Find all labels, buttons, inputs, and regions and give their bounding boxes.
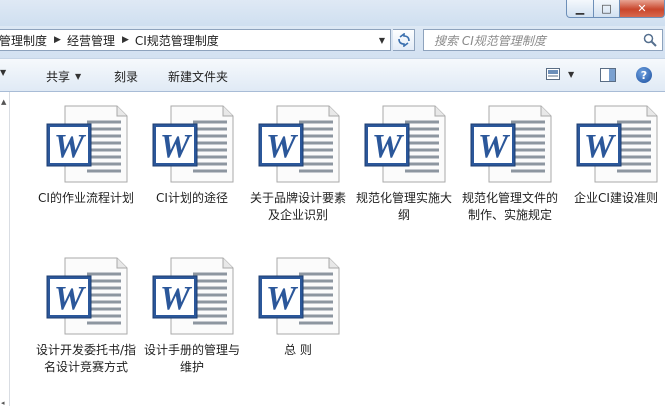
- word-document-icon: W: [571, 104, 661, 184]
- word-document-icon: W: [147, 104, 237, 184]
- chevron-down-icon[interactable]: ▼: [374, 30, 390, 50]
- file-item[interactable]: W 企业CI建设准则: [564, 104, 665, 207]
- svg-text:W: W: [372, 128, 405, 165]
- maximize-button[interactable]: □: [594, 0, 620, 18]
- preview-pane-button[interactable]: [600, 68, 616, 85]
- search-placeholder: 搜索 CI规范管理制度: [434, 33, 546, 48]
- file-name-label: 企业CI建设准则: [574, 191, 658, 205]
- word-document-icon: W: [41, 104, 131, 184]
- view-icon: [546, 68, 560, 80]
- chevron-down-icon: ▼: [0, 68, 7, 77]
- refresh-icon: [397, 33, 410, 47]
- organize-dropdown-arrow[interactable]: ▼: [0, 68, 6, 77]
- chevron-down-icon: ▼: [568, 69, 575, 79]
- breadcrumb-ci-rules[interactable]: CI规范管理制度: [135, 32, 219, 49]
- svg-text:W: W: [54, 280, 87, 317]
- file-item[interactable]: W 规范化管理实施大纲: [352, 104, 456, 224]
- file-item[interactable]: W CI计划的途径: [140, 104, 244, 207]
- title-bar: ▁ □ ✕: [0, 0, 665, 26]
- new-folder-label: 新建文件夹: [168, 70, 229, 84]
- minimize-button[interactable]: ▁: [566, 0, 594, 18]
- window-controls: ▁ □ ✕: [566, 0, 665, 20]
- breadcrumb-separator-icon[interactable]: ▶: [54, 35, 61, 45]
- navigation-pane-edge[interactable]: ▲ ◂: [0, 92, 10, 407]
- svg-text:W: W: [160, 280, 193, 317]
- preview-pane-icon: [600, 68, 616, 82]
- file-list: W CI的作业流程计划 W CI计划的途径 W 关于品牌设计要素及企业识别 W 规范化管理实施…: [10, 92, 665, 406]
- address-bar[interactable]: 管理制度 ▶ 经营管理 ▶ CI规范管理制度 ▼: [0, 29, 391, 51]
- scroll-up-icon[interactable]: ▲: [1, 98, 6, 106]
- breadcrumb-business-management[interactable]: 经营管理: [67, 32, 115, 49]
- address-row: 管理制度 ▶ 经营管理 ▶ CI规范管理制度 ▼ 搜索 CI规范管理制度: [0, 26, 665, 58]
- share-label: 共享: [46, 70, 71, 84]
- svg-text:W: W: [54, 128, 87, 165]
- refresh-button[interactable]: [393, 29, 415, 51]
- file-name-label: CI计划的途径: [156, 191, 228, 205]
- word-document-icon: W: [465, 104, 555, 184]
- search-input[interactable]: 搜索 CI规范管理制度: [423, 29, 663, 51]
- file-item[interactable]: W 规范化管理文件的制作、实施规定: [458, 104, 562, 224]
- file-item[interactable]: W 设计开发委托书/指名设计竞赛方式: [34, 256, 138, 376]
- word-document-icon: W: [253, 104, 343, 184]
- burn-button[interactable]: 刻录: [114, 68, 138, 85]
- file-name-label: 规范化管理实施大纲: [355, 191, 452, 222]
- command-bar: ▼ 共享 ▼ 刻录 新建文件夹 ▼ ?: [0, 58, 665, 92]
- search-icon[interactable]: [643, 33, 657, 47]
- file-name-label: 关于品牌设计要素及企业识别: [249, 191, 346, 222]
- file-item[interactable]: W 关于品牌设计要素及企业识别: [246, 104, 350, 224]
- file-item[interactable]: W 设计手册的管理与维护: [140, 256, 244, 376]
- new-folder-button[interactable]: 新建文件夹: [168, 68, 228, 85]
- svg-text:W: W: [478, 128, 511, 165]
- word-document-icon: W: [41, 256, 131, 336]
- file-name-label: 规范化管理文件的制作、实施规定: [461, 191, 558, 222]
- svg-text:W: W: [266, 280, 299, 317]
- word-document-icon: W: [253, 256, 343, 336]
- file-item[interactable]: W CI的作业流程计划: [34, 104, 138, 207]
- svg-text:W: W: [266, 128, 299, 165]
- chevron-down-icon: ▼: [75, 72, 82, 81]
- change-view-button[interactable]: ▼: [546, 68, 574, 80]
- file-name-label: 设计开发委托书/指名设计竞赛方式: [35, 343, 137, 374]
- word-document-icon: W: [359, 104, 449, 184]
- file-name-label: 设计手册的管理与维护: [143, 343, 240, 374]
- burn-label: 刻录: [114, 70, 139, 84]
- share-button[interactable]: 共享 ▼: [46, 68, 81, 85]
- file-item[interactable]: W 总 则: [246, 256, 350, 359]
- svg-text:W: W: [160, 128, 193, 165]
- help-icon[interactable]: ?: [636, 67, 652, 83]
- close-button[interactable]: ✕: [620, 0, 665, 18]
- breadcrumb-management-rules[interactable]: 管理制度: [0, 32, 47, 49]
- breadcrumb-separator-icon[interactable]: ▶: [122, 35, 129, 45]
- svg-text:W: W: [584, 128, 617, 165]
- word-document-icon: W: [147, 256, 237, 336]
- file-name-label: CI的作业流程计划: [38, 191, 134, 205]
- file-name-label: 总 则: [284, 343, 312, 357]
